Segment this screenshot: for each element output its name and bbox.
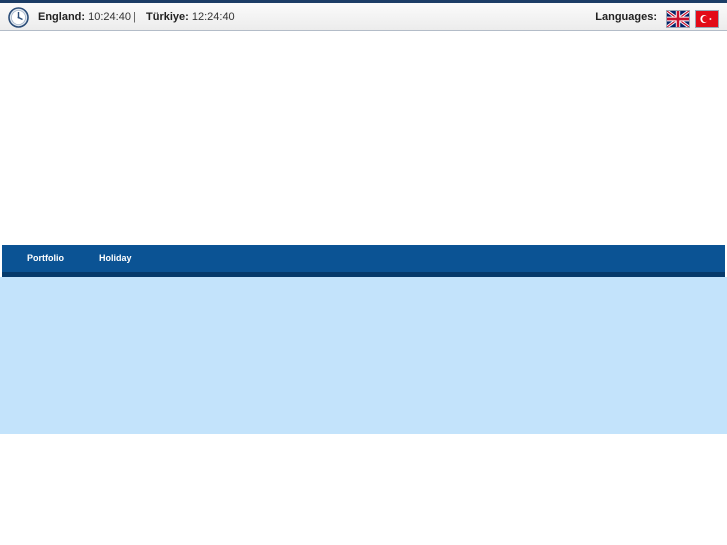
- clock-turkiye-time: 12:24:40: [191, 11, 235, 23]
- main-nav: Portfolio Holiday: [2, 245, 725, 277]
- languages-label: Languages:: [595, 11, 657, 23]
- turkey-flag-icon[interactable]: [696, 11, 718, 27]
- uk-flag-icon[interactable]: [667, 11, 689, 27]
- clock-england-label: England:: [38, 11, 86, 23]
- content-panel: [0, 277, 727, 434]
- clock-turkiye: Türkiye: 12:24:40: [146, 11, 235, 23]
- page: England: 10:24:40 | Türkiye: 12:24:40 La…: [0, 0, 727, 545]
- clock-england-time: 10:24:40: [88, 11, 131, 23]
- clock-england: England: 10:24:40: [38, 11, 131, 23]
- clock-turkiye-label: Türkiye:: [146, 11, 189, 23]
- top-bar: England: 10:24:40 | Türkiye: 12:24:40 La…: [0, 0, 727, 31]
- clock-icon: [8, 7, 29, 28]
- nav-item-portfolio[interactable]: Portfolio: [27, 253, 64, 263]
- nav-item-holiday[interactable]: Holiday: [99, 253, 132, 263]
- clock-separator: |: [133, 11, 136, 23]
